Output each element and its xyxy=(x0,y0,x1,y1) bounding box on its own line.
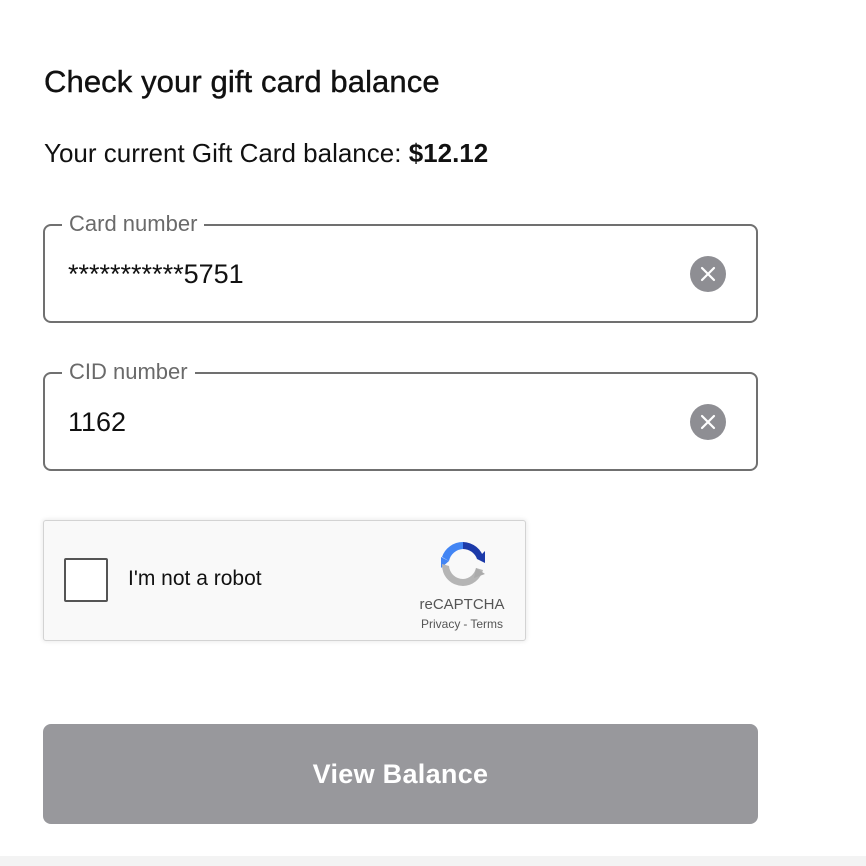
recaptcha-checkbox[interactable] xyxy=(64,558,108,602)
card-number-field: Card number xyxy=(43,210,758,323)
cid-number-field: CID number xyxy=(43,358,758,471)
recaptcha-label: I'm not a robot xyxy=(128,567,262,590)
recaptcha-terms-link[interactable]: Terms xyxy=(470,617,503,631)
recaptcha-links: Privacy - Terms xyxy=(406,617,518,631)
recaptcha-widget: I'm not a robot reCAPTCHA Privacy - Terms xyxy=(43,520,526,641)
recaptcha-logo-icon xyxy=(441,541,485,586)
clear-card-number-button[interactable] xyxy=(690,256,726,292)
page-title: Check your gift card balance xyxy=(44,64,440,99)
balance-line: Your current Gift Card balance: $12.12 xyxy=(44,138,488,169)
recaptcha-privacy-link[interactable]: Privacy xyxy=(421,617,460,631)
cid-number-input[interactable] xyxy=(68,402,668,442)
card-number-input[interactable] xyxy=(68,254,668,294)
view-balance-button[interactable]: View Balance xyxy=(43,724,758,824)
recaptcha-link-separator: - xyxy=(463,617,468,631)
card-number-label: Card number xyxy=(62,210,205,238)
bottom-divider xyxy=(0,856,866,866)
balance-label: Your current Gift Card balance: xyxy=(44,138,409,168)
cid-number-label: CID number xyxy=(62,358,195,386)
recaptcha-brand: reCAPTCHA xyxy=(419,596,505,613)
clear-circle-icon xyxy=(700,266,716,282)
balance-amount: $12.12 xyxy=(408,138,489,168)
clear-circle-icon xyxy=(700,414,716,430)
clear-cid-number-button[interactable] xyxy=(690,404,726,440)
